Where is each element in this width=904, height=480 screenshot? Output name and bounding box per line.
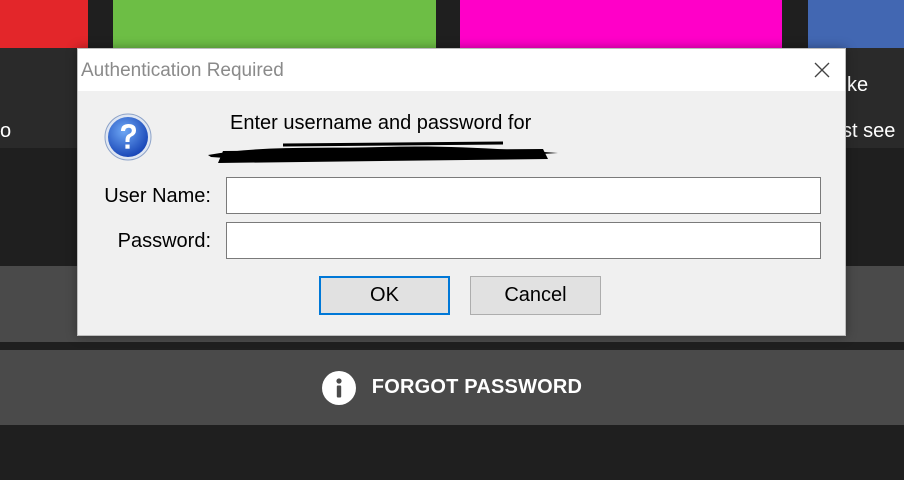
ok-button[interactable]: OK [319,276,450,315]
password-label: Password: [117,230,211,252]
tile-green[interactable] [113,0,436,48]
tile-magenta[interactable] [460,0,782,48]
redacted-url-scribble [203,139,563,169]
dialog-prompt: Enter username and password for [230,112,532,134]
cancel-button[interactable]: Cancel [470,276,601,315]
password-input[interactable] [226,222,821,259]
background-text-right-1: ke [847,74,869,96]
dialog-titlebar[interactable]: Authentication Required [78,49,845,91]
question-icon [103,112,153,162]
tile-red[interactable] [0,0,88,48]
background-text-right-2: st see [842,120,896,142]
close-icon[interactable] [811,59,833,81]
username-input[interactable] [226,177,821,214]
info-icon [321,370,356,405]
forgot-password-button[interactable]: FORGOT PASSWORD [0,350,904,425]
dialog-title: Authentication Required [81,60,284,81]
background-text-left: o [0,120,12,142]
forgot-password-label: FORGOT PASSWORD [371,376,583,398]
authentication-dialog: Authentication Required Enter username a… [77,48,846,336]
username-label: User Name: [104,185,211,207]
tile-blue[interactable] [808,0,904,48]
